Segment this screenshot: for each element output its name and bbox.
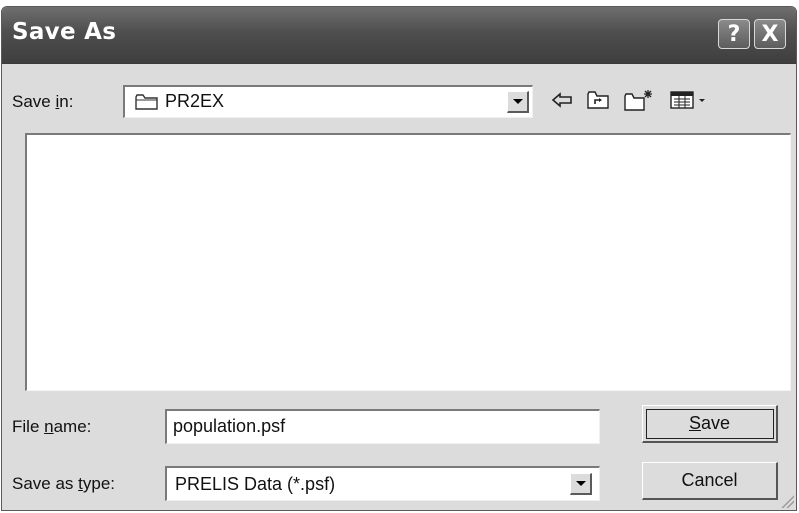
file-list[interactable] bbox=[25, 133, 791, 391]
view-menu-icon bbox=[670, 90, 710, 115]
dialog-title: Save As bbox=[12, 19, 117, 45]
save-in-dropdown[interactable]: PR2EX bbox=[123, 85, 533, 118]
save-in-value: PR2EX bbox=[165, 91, 225, 111]
close-icon: X bbox=[761, 21, 779, 47]
folder-icon bbox=[135, 93, 159, 116]
save-as-type-label: Save as type: bbox=[12, 474, 116, 493]
view-menu-button[interactable] bbox=[668, 89, 712, 115]
back-arrow-icon bbox=[551, 91, 573, 113]
file-name-label: File name: bbox=[12, 417, 92, 436]
close-button[interactable]: X bbox=[754, 19, 786, 49]
cancel-button[interactable]: Cancel bbox=[642, 462, 778, 500]
resize-grip-icon[interactable] bbox=[780, 494, 794, 508]
up-one-level-button[interactable] bbox=[584, 89, 612, 115]
new-folder-button[interactable] bbox=[622, 89, 656, 115]
save-as-dialog: Save As ? X Save in: PR2EX File name: po… bbox=[1, 6, 797, 511]
up-one-level-icon bbox=[587, 90, 609, 115]
new-folder-icon bbox=[624, 89, 654, 116]
help-button[interactable]: ? bbox=[718, 19, 750, 49]
title-bar[interactable]: Save As ? X bbox=[2, 7, 796, 64]
help-icon: ? bbox=[727, 21, 741, 47]
save-as-type-value: PRELIS Data (*.psf) bbox=[175, 474, 336, 494]
save-button[interactable]: Save bbox=[642, 405, 778, 443]
file-name-field[interactable]: population.psf bbox=[165, 409, 600, 444]
save-as-type-dropdown[interactable]: PRELIS Data (*.psf) bbox=[165, 466, 600, 501]
save-as-type-dropdown-arrow[interactable] bbox=[570, 473, 592, 495]
save-in-dropdown-arrow[interactable] bbox=[507, 91, 529, 113]
save-in-label: Save in: bbox=[12, 92, 74, 111]
back-button[interactable] bbox=[548, 89, 576, 115]
